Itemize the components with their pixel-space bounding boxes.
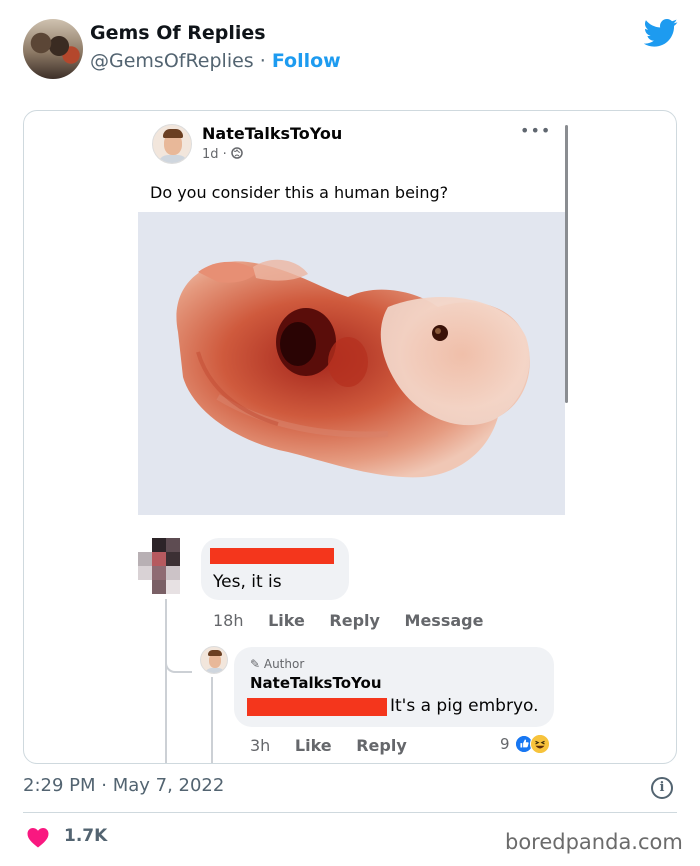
message-link: Message (404, 611, 484, 630)
like-link: Like (294, 736, 332, 755)
post-time-text: 1d · (202, 147, 227, 162)
like-count[interactable]: 1.7K (64, 826, 107, 846)
reply-actions: 3h Like Reply (250, 736, 426, 755)
post-author-avatar (152, 124, 192, 164)
reply-text: It's a pig embryo. (390, 696, 539, 716)
heart-icon[interactable] (26, 826, 50, 848)
thread-line (165, 599, 167, 763)
handle-row: @GemsOfReplies · Follow (90, 50, 341, 72)
redacted-name (210, 548, 334, 564)
commenter-avatar-pixelated (138, 538, 180, 596)
watermark: boredpanda.com (505, 830, 683, 854)
thread-line-2 (211, 677, 213, 763)
separator: · (253, 50, 272, 72)
post-author-name: NateTalksToYou (202, 124, 343, 143)
reply-author-avatar (200, 646, 228, 674)
thread-connector (165, 659, 192, 673)
redacted-mention (247, 698, 387, 716)
embedded-screenshot-card[interactable]: NateTalksToYou 1d · ••• Do you consider … (23, 110, 677, 764)
author-badge: ✎ Author (250, 657, 305, 671)
reply-author-name: NateTalksToYou (250, 674, 382, 692)
account-avatar[interactable] (23, 19, 83, 79)
reply-link: Reply (356, 736, 407, 755)
twitter-bird-icon[interactable] (644, 18, 678, 48)
display-name[interactable]: Gems Of Replies (90, 22, 266, 44)
embryo-photo (138, 212, 565, 515)
reply-time: 3h (250, 736, 271, 755)
comment-actions: 18h Like Reply Message (213, 611, 502, 630)
reply-link: Reply (329, 611, 380, 630)
globe-icon (231, 147, 243, 159)
tweet-timestamp[interactable]: 2:29 PM · May 7, 2022 (23, 775, 224, 796)
account-handle[interactable]: @GemsOfReplies (90, 50, 254, 72)
like-link: Like (268, 611, 305, 630)
divider (23, 812, 677, 813)
post-time: 1d · (202, 147, 243, 162)
haha-reaction-icon (530, 734, 550, 754)
post-menu-icon: ••• (520, 121, 552, 140)
scrollbar (565, 125, 568, 403)
comment-time: 18h (213, 611, 244, 630)
reaction-count: 9 (500, 735, 510, 753)
follow-button[interactable]: Follow (272, 50, 341, 72)
info-icon[interactable]: i (651, 777, 673, 799)
post-caption: Do you consider this a human being? (150, 183, 449, 202)
comment-text: Yes, it is (213, 572, 282, 592)
